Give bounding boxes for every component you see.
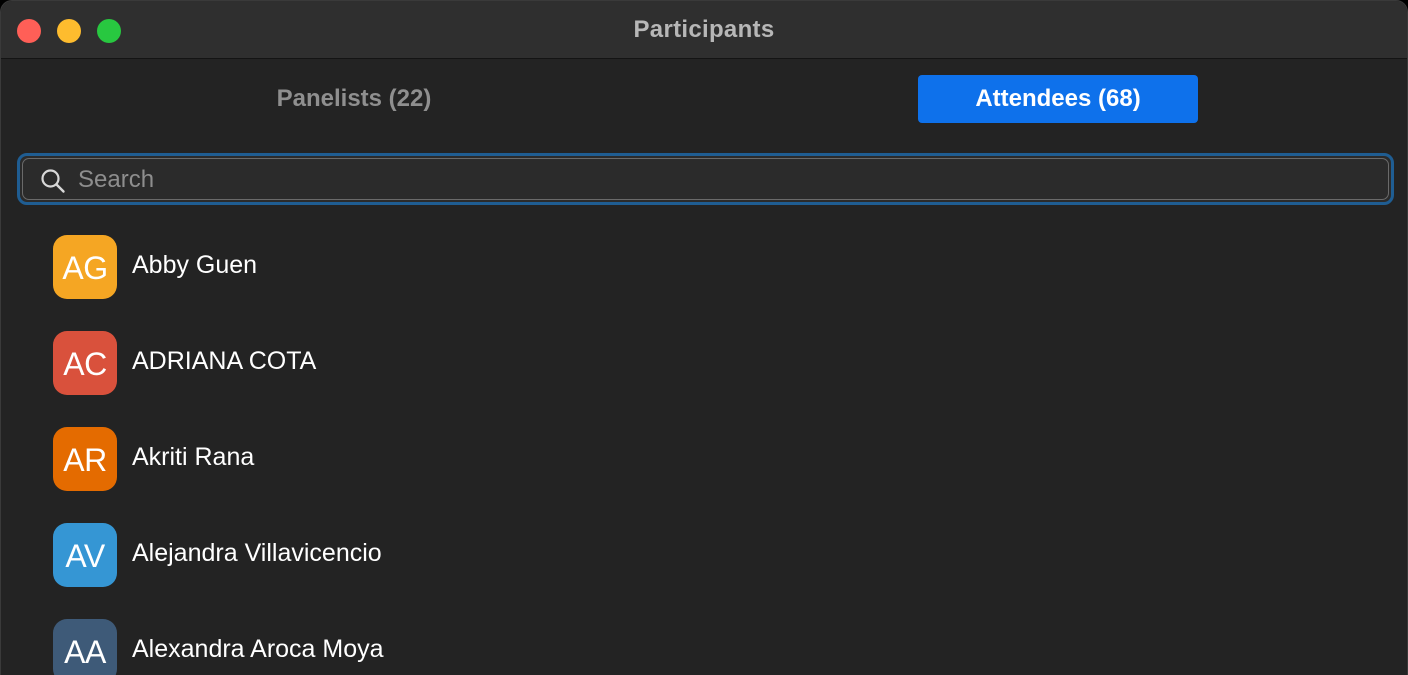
attendee-name: Alexandra Aroca Moya bbox=[132, 635, 384, 663]
attendee-name: ADRIANA COTA bbox=[132, 347, 317, 375]
attendee-name: Alejandra Villavicencio bbox=[132, 539, 382, 567]
avatar: AG bbox=[53, 235, 117, 299]
attendee-row[interactable]: AV Alejandra Villavicencio bbox=[1, 509, 1407, 605]
attendee-row[interactable]: AR Akriti Rana bbox=[1, 413, 1407, 509]
search-input[interactable] bbox=[76, 162, 1356, 198]
tab-panelists[interactable]: Panelists (22) bbox=[214, 75, 494, 123]
window-title: Participants bbox=[633, 16, 775, 43]
tab-attendees[interactable]: Attendees (68) bbox=[918, 75, 1198, 123]
avatar: AA bbox=[53, 619, 117, 675]
search-icon bbox=[41, 169, 65, 193]
attendee-row[interactable]: AC ADRIANA COTA bbox=[1, 317, 1407, 413]
attendee-name: Abby Guen bbox=[132, 251, 258, 279]
title-bar: Participants bbox=[1, 1, 1407, 59]
avatar: AR bbox=[53, 427, 117, 491]
attendee-name: Akriti Rana bbox=[132, 443, 255, 471]
attendee-row[interactable]: AA Alexandra Aroca Moya bbox=[1, 605, 1407, 675]
avatar: AV bbox=[53, 523, 117, 587]
search-box[interactable] bbox=[17, 153, 1394, 205]
attendee-row[interactable]: AG Abby Guen bbox=[1, 221, 1407, 317]
avatar: AC bbox=[53, 331, 117, 395]
participant-tabs: Panelists (22) Attendees (68) bbox=[1, 75, 1407, 123]
participants-window: Participants Panelists (22) Attendees (6… bbox=[0, 0, 1408, 675]
